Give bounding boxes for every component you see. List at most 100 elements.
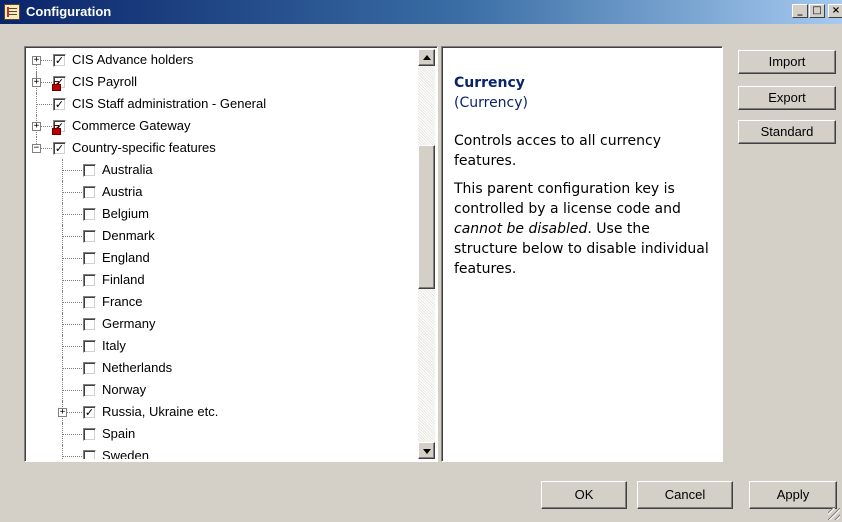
tree-item[interactable]: Denmark [28, 225, 417, 247]
apply-button[interactable]: Apply [749, 481, 837, 509]
tree-connector-line [36, 104, 54, 105]
tree-item-label: Spain [102, 426, 136, 441]
tree-item-label: France [102, 294, 143, 309]
tree-connector-line [62, 280, 84, 281]
description-paragraph-1: Controls acces to all currency features. [454, 133, 661, 169]
tree-item-label: Norway [102, 382, 147, 397]
tree-connector-line [62, 456, 84, 457]
window-title: Configuration [26, 4, 112, 19]
tree-item[interactable]: Belgium [28, 203, 417, 225]
lock-icon [52, 125, 61, 135]
description-subtitle: (Currency) [454, 95, 528, 111]
down-arrow-icon [423, 449, 431, 454]
tree-connector-line [62, 214, 84, 215]
tree-item-label: Country-specific features [72, 140, 216, 155]
tree-item[interactable]: + ✓ CIS Advance holders [28, 49, 417, 82]
tree-item-label: Netherlands [102, 360, 173, 375]
tree-item[interactable]: England [28, 247, 417, 269]
app-icon [4, 4, 20, 20]
up-arrow-icon [423, 55, 431, 60]
paragraph-2-text-a: This parent configuration key is control… [454, 181, 681, 217]
maximize-button[interactable]: □ [809, 4, 825, 18]
tree-item[interactable]: + ✓ Commerce Gateway [28, 115, 417, 137]
resize-grip[interactable] [828, 508, 840, 520]
tree-item[interactable]: Netherlands [28, 357, 417, 379]
checkbox[interactable] [83, 164, 96, 177]
tree-item-label: Belgium [102, 206, 149, 221]
close-button[interactable]: × [828, 4, 842, 18]
tree-item-label: Austria [102, 184, 143, 199]
tree-connector-line [62, 434, 84, 435]
scroll-up-button[interactable] [418, 49, 435, 66]
tree-item[interactable]: Australia [28, 159, 417, 181]
expand-icon[interactable]: + [32, 122, 41, 131]
checkbox[interactable] [83, 362, 96, 375]
vertical-scrollbar[interactable] [418, 49, 435, 459]
tree-panel[interactable]: + ✓ CIS Advance holders + ✓ CIS Payroll ✓ CIS S… [24, 46, 438, 462]
tree-item-label: England [102, 250, 150, 265]
scroll-down-button[interactable] [418, 442, 435, 459]
tree-item-label: CIS Advance holders [72, 52, 194, 67]
tree-item[interactable]: ✓ CIS Staff administration - General [28, 93, 417, 115]
tree-item-label: CIS Staff administration - General [72, 96, 267, 111]
checkbox[interactable] [83, 296, 96, 309]
paragraph-2-emphasis: cannot be disabled [454, 221, 588, 237]
tree-connector-line [62, 302, 84, 303]
tree-connector-line [62, 390, 84, 391]
description-paragraph-2: This parent configuration key is control… [454, 179, 710, 279]
checkbox[interactable] [83, 428, 96, 441]
tree-item-label: Denmark [102, 228, 155, 243]
tree-connector-line [62, 324, 84, 325]
tree-connector-line [62, 170, 84, 171]
tree-item[interactable]: Sweden [28, 445, 417, 459]
ok-button[interactable]: OK [541, 481, 627, 509]
checkbox[interactable] [83, 384, 96, 397]
description-content: Currency (Currency) Controls acces to al… [454, 73, 710, 279]
export-button[interactable]: Export [738, 86, 836, 110]
standard-button[interactable]: Standard [738, 120, 836, 144]
expand-icon[interactable]: + [32, 56, 41, 65]
tree-item-label: CIS Payroll [72, 74, 138, 89]
tree-item[interactable]: + ✓ Russia, Ukraine etc. [28, 401, 417, 423]
checkbox[interactable]: ✓ [53, 98, 66, 111]
tree-item[interactable]: Finland [28, 269, 417, 291]
expand-icon[interactable]: + [32, 78, 41, 87]
cancel-button[interactable]: Cancel [637, 481, 733, 509]
checkbox[interactable] [83, 230, 96, 243]
checkbox[interactable] [83, 208, 96, 221]
import-button[interactable]: Import [738, 50, 836, 74]
tree-item[interactable]: Spain [28, 423, 417, 445]
tree-item[interactable]: Austria [28, 181, 417, 203]
tree-item[interactable]: Germany [28, 313, 417, 335]
tree-item[interactable]: Norway [28, 379, 417, 401]
tree-item[interactable]: + ✓ CIS Payroll [28, 71, 417, 93]
checkbox[interactable] [83, 318, 96, 331]
checkbox[interactable]: ✓ [53, 142, 66, 155]
tree-connector-line [62, 236, 84, 237]
checkbox[interactable]: ✓ [53, 54, 66, 67]
minimize-button[interactable]: _ [792, 4, 808, 18]
tree-item[interactable]: Italy [28, 335, 417, 357]
tree-item[interactable]: France [28, 291, 417, 313]
tree-connector-line [62, 258, 84, 259]
checkbox[interactable] [83, 252, 96, 265]
scroll-thumb[interactable] [418, 145, 435, 289]
configuration-tree: + ✓ CIS Advance holders + ✓ CIS Payroll ✓ CIS S… [28, 49, 417, 459]
tree-connector-line [62, 192, 84, 193]
tree-connector-line [62, 346, 84, 347]
tree-item-label: Russia, Ukraine etc. [102, 404, 219, 419]
checkbox[interactable] [83, 274, 96, 287]
tree-item-label: Finland [102, 272, 145, 287]
collapse-icon[interactable]: − [32, 144, 41, 153]
checkbox[interactable] [83, 186, 96, 199]
expand-icon[interactable]: + [58, 408, 67, 417]
checkbox[interactable] [83, 450, 96, 459]
title-bar[interactable]: Configuration _ □ × [0, 0, 842, 24]
tree-item-label: Australia [102, 162, 153, 177]
description-panel: Currency (Currency) Controls acces to al… [441, 46, 723, 462]
tree-item[interactable]: − ✓ Country-specific features [28, 137, 417, 159]
checkbox[interactable] [83, 340, 96, 353]
tree-item-label: Sweden [102, 448, 149, 459]
checkbox[interactable]: ✓ [83, 406, 96, 419]
tree-item-label: Germany [102, 316, 156, 331]
